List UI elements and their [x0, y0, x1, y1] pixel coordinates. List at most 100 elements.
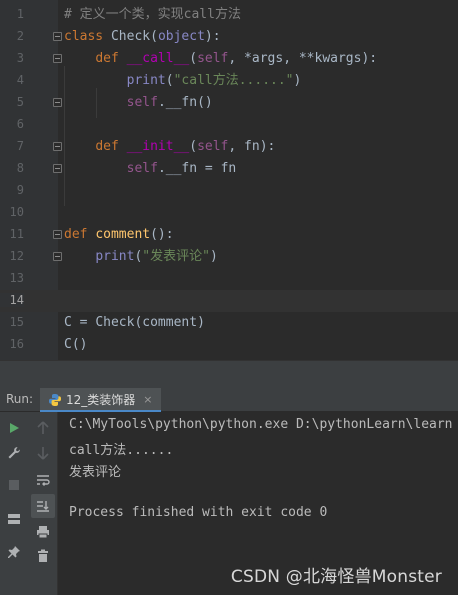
code-text: C() [64, 337, 88, 352]
close-icon[interactable]: × [143, 393, 152, 406]
run-tab[interactable]: 12_类装饰器 × [40, 388, 161, 412]
console-line: 发表评论 [69, 465, 122, 480]
code-line-14-current: 14 [0, 290, 458, 312]
param-token: fn [220, 161, 237, 176]
code-line-12: 12 print("发表评论") [0, 246, 458, 268]
console-line: Process finished with exit code 0 [69, 505, 328, 520]
code-line-10: 10 [0, 202, 458, 224]
param-token: fn [244, 139, 260, 154]
line-number: 13 [9, 271, 24, 285]
var-token: C [64, 315, 72, 330]
code-line-13: 13 [0, 268, 458, 290]
line-number: 16 [9, 337, 24, 351]
scroll-end-icon [37, 501, 49, 512]
stop-icon [9, 480, 19, 490]
comment-token: # 定义一个类，实现call方法 [64, 7, 241, 22]
keyword-token: def [95, 139, 119, 154]
printer-icon [37, 526, 49, 539]
code-text: class Check(object): [64, 29, 221, 44]
fold-toggle-icon[interactable] [53, 142, 62, 151]
layout-button[interactable] [4, 509, 24, 529]
line-number: 1 [16, 7, 24, 21]
arrow-up-icon [37, 421, 49, 434]
line-number: 5 [16, 95, 24, 109]
scroll-down-button[interactable] [33, 443, 53, 463]
wrench-icon [8, 447, 20, 459]
param-token: args [251, 51, 284, 66]
line-number: 3 [16, 51, 24, 65]
code-text: def __init__(self, fn): [95, 139, 276, 154]
fold-toggle-icon[interactable] [53, 98, 62, 107]
trash-icon [38, 549, 48, 562]
panel-divider[interactable] [0, 360, 458, 388]
code-line-1: 1 # 定义一个类，实现call方法 [0, 4, 458, 26]
code-text: C = Check(comment) [64, 315, 205, 330]
param-token: kwargs [314, 51, 362, 66]
code-line-9: 9 [0, 180, 458, 202]
line-number: 10 [9, 205, 24, 219]
run-toolbar-left [0, 412, 28, 595]
scroll-to-end-button[interactable] [31, 494, 55, 518]
console-line: C:\MyTools\python\python.exe D:\pythonLe… [69, 417, 453, 432]
watermark: CSDN @北海怪兽Monster [230, 567, 442, 587]
arrow-down-icon [37, 447, 49, 460]
line-number: 4 [16, 73, 24, 87]
self-token: self [126, 161, 158, 176]
arg-token: comment [142, 315, 198, 330]
rerun-button[interactable] [4, 418, 24, 438]
self-token: self [126, 95, 158, 110]
code-text: # 定义一个类，实现call方法 [64, 6, 241, 24]
soft-wrap-button[interactable] [33, 470, 53, 490]
call-token: Check [95, 315, 135, 330]
line-number: 2 [16, 29, 24, 43]
fold-toggle-icon[interactable] [53, 54, 62, 63]
self-token: self [197, 51, 229, 66]
wrap-icon [37, 475, 50, 486]
builtin-token: print [95, 249, 135, 264]
run-tab-label: 12_类装饰器 [66, 392, 136, 407]
code-line-3: 3 def __call__(self, *args, **kwargs): [0, 48, 458, 70]
code-text: self.__fn() [126, 95, 213, 110]
keyword-token: def [95, 51, 119, 66]
line-number: 9 [16, 183, 24, 197]
base-class-token: object [157, 29, 205, 44]
stop-button[interactable] [4, 475, 24, 495]
function-name-token: comment [95, 227, 151, 242]
code-editor[interactable]: 1 # 定义一个类，实现call方法 2 class Check(object)… [0, 0, 458, 360]
fold-toggle-icon[interactable] [53, 164, 62, 173]
line-number: 11 [9, 227, 24, 241]
python-icon [48, 392, 62, 406]
attr-token: __fn [165, 95, 198, 110]
code-line-8: 8 self.__fn = fn [0, 158, 458, 180]
line-number: 15 [9, 315, 24, 329]
line-number: 6 [16, 117, 24, 131]
code-text: print("发表评论") [95, 249, 218, 264]
keyword-token: class [64, 29, 104, 44]
run-label: Run: [6, 392, 34, 406]
code-line-4: 4 print("call方法......") [0, 70, 458, 92]
code-line-6: 6 [0, 114, 458, 136]
line-number: 12 [9, 249, 24, 263]
pin-icon [8, 546, 20, 558]
fold-toggle-icon[interactable] [53, 252, 62, 261]
line-number: 7 [16, 139, 24, 153]
fold-toggle-icon[interactable] [53, 32, 62, 41]
print-button[interactable] [33, 522, 53, 542]
code-line-16: 16 C() [0, 334, 458, 356]
scroll-up-button[interactable] [33, 418, 53, 438]
code-line-15: 15 C = Check(comment) [0, 312, 458, 334]
code-line-7: 7 def __init__(self, fn): [0, 136, 458, 158]
edit-config-button[interactable] [4, 443, 24, 463]
fold-toggle-icon[interactable] [53, 230, 62, 239]
code-line-11: 11 def comment(): [0, 224, 458, 246]
clear-all-button[interactable] [33, 546, 53, 566]
play-icon [10, 423, 19, 433]
pin-button[interactable] [4, 542, 24, 562]
run-toolbar-secondary [28, 412, 58, 595]
method-name-token: __init__ [126, 139, 190, 154]
method-name-token: __call__ [126, 51, 190, 66]
attr-token: __fn [165, 161, 198, 176]
class-name-token: Check [110, 29, 151, 44]
builtin-token: print [126, 73, 166, 88]
code-text: def comment(): [64, 227, 174, 242]
